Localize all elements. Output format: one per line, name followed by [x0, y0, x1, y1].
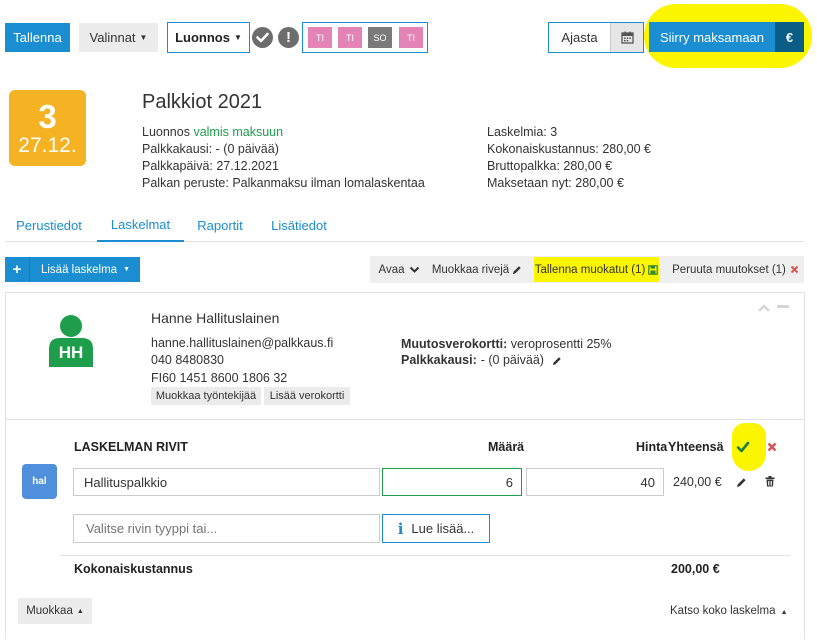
- col-price-header: Hinta: [636, 440, 668, 454]
- row-total: 240,00 €: [673, 475, 722, 489]
- date-badge: 3 27.12.: [9, 90, 86, 166]
- tax-card-value: veroprosentti 25%: [510, 337, 612, 351]
- tab-lisatiedot[interactable]: Lisätiedot: [262, 209, 336, 241]
- employee-name: Hanne Hallituslainen: [151, 310, 280, 326]
- employee-email: hanne.hallituslainen@palkkaus.fi: [151, 336, 334, 350]
- pay-period: Palkkakausi: - (0 päivää): [142, 142, 279, 156]
- col-total-header: Yhteensä: [668, 440, 724, 454]
- read-more-button[interactable]: i Lue lisää...: [382, 514, 490, 543]
- status-line: Luonnos valmis maksuun: [142, 124, 283, 141]
- avatar-initials: HH: [58, 343, 84, 362]
- total-value: 200,00 €: [671, 562, 720, 576]
- draft-status-dropdown[interactable]: Luonnos ▼: [167, 22, 250, 53]
- check-circle-icon[interactable]: [252, 27, 273, 48]
- schedule-label[interactable]: Ajasta: [549, 23, 610, 52]
- day-badge[interactable]: TI: [399, 27, 423, 48]
- total-cost: Kokonaiskustannus: 280,00 €: [487, 142, 652, 156]
- add-calculation-group: + Lisää laskelma ▼: [5, 257, 140, 282]
- tab-laskelmat[interactable]: Laskelmat: [97, 209, 184, 242]
- tax-card-info: Muutosverokortti: veroprosentti 25%: [401, 336, 612, 353]
- draft-label: Luonnos: [175, 30, 230, 45]
- row-price-input[interactable]: [526, 468, 664, 496]
- tax-card-label: Muutosverokortti:: [401, 337, 508, 351]
- total-label: Kokonaiskustannus: [74, 562, 193, 576]
- view-full-calculation-link[interactable]: Katso koko laskelma ▲: [670, 605, 788, 617]
- row-type-badge: hal: [22, 464, 57, 499]
- plus-icon[interactable]: +: [5, 257, 30, 282]
- more-options-icon[interactable]: [777, 305, 789, 308]
- edit-dropdown-button[interactable]: Muokkaa ▲: [18, 598, 92, 624]
- go-to-payment-button[interactable]: Siirry maksamaan: [649, 22, 775, 52]
- status-value: valmis maksuun: [193, 125, 284, 139]
- calc-count: Laskelmia: 3: [487, 125, 558, 139]
- calendar-icon: [620, 31, 634, 44]
- pay-date: Palkkapäivä: 27.12.2021: [142, 159, 279, 173]
- add-calculation-button[interactable]: Lisää laskelma ▼: [31, 257, 140, 282]
- actions-toolbar: Avaa Muokkaa rivejä Tallenna muokatut (1…: [370, 256, 804, 283]
- tab-raportit[interactable]: Raportit: [190, 209, 250, 241]
- floppy-disk-icon: [648, 264, 659, 275]
- employee-phone: 040 8480830: [151, 353, 224, 367]
- total-divider: [60, 555, 790, 556]
- close-icon: [790, 265, 799, 274]
- trash-icon[interactable]: [765, 476, 775, 487]
- row-qty-input[interactable]: [382, 468, 522, 496]
- pencil-icon: [513, 265, 521, 274]
- options-label: Valinnat: [89, 30, 136, 45]
- schedule-group: Ajasta: [548, 22, 644, 53]
- page-title: Palkkiot 2021: [142, 91, 263, 113]
- employee-divider: [6, 419, 804, 420]
- save-button[interactable]: Tallenna: [5, 23, 70, 52]
- options-dropdown[interactable]: Valinnat ▼: [79, 23, 158, 52]
- day-badge[interactable]: TI: [338, 27, 362, 48]
- paid-now: Maksetaan nyt: 280,00 €: [487, 176, 624, 190]
- badge-date: 27.12.: [18, 134, 77, 157]
- caret-down-icon: ▼: [233, 33, 242, 42]
- day-badge[interactable]: TI: [308, 27, 332, 48]
- row-description-input[interactable]: [73, 468, 380, 496]
- pencil-icon[interactable]: [736, 477, 747, 488]
- open-dropdown[interactable]: Avaa: [370, 256, 428, 283]
- new-row-type-input[interactable]: [73, 514, 380, 543]
- confirm-check-icon[interactable]: [736, 441, 750, 453]
- avatar: HH: [44, 313, 98, 367]
- add-tax-card-button[interactable]: Lisää verokortti: [264, 387, 350, 405]
- info-icon: i: [397, 519, 404, 538]
- edit-employee-button[interactable]: Muokkaa työntekijää: [151, 387, 261, 405]
- card-period-value: - (0 päivää): [480, 353, 544, 367]
- close-icon[interactable]: [767, 442, 777, 452]
- col-qty-header: Määrä: [488, 440, 525, 454]
- caret-down-icon: ▼: [123, 266, 130, 273]
- card-pay-period: Palkkakausi: - (0 päivää): [401, 352, 562, 369]
- day-indicators: TI TI SO TI: [302, 22, 428, 53]
- warning-circle-icon[interactable]: !: [278, 27, 299, 48]
- caret-up-icon: ▲: [76, 607, 84, 615]
- caret-up-icon: ▲: [780, 609, 788, 616]
- caret-down-icon: ▼: [139, 33, 148, 42]
- edit-rows-button[interactable]: Muokkaa rivejä: [430, 256, 524, 283]
- pay-basis: Palkan peruste: Palkanmaksu ilman lomala…: [142, 176, 425, 190]
- calc-number: 3: [38, 98, 57, 135]
- status-prefix: Luonnos: [142, 125, 190, 139]
- euro-button[interactable]: €: [775, 22, 804, 52]
- gross-salary: Bruttopalkka: 280,00 €: [487, 159, 613, 173]
- rows-header: LASKELMAN RIVIT: [74, 440, 188, 454]
- cancel-changes-button[interactable]: Peruuta muutokset (1): [667, 256, 804, 283]
- calendar-button[interactable]: [610, 23, 643, 52]
- card-period-label: Palkkakausi:: [401, 353, 477, 367]
- day-badge[interactable]: SO: [368, 27, 392, 48]
- chevron-down-icon: [409, 266, 419, 273]
- save-button-label: Tallenna: [13, 30, 62, 45]
- collapse-chevron-icon[interactable]: [757, 303, 771, 313]
- pencil-icon[interactable]: [552, 356, 562, 366]
- tab-perustiedot[interactable]: Perustiedot: [5, 209, 93, 241]
- employee-iban: FI60 1451 8600 1806 32: [151, 371, 288, 385]
- euro-icon: €: [785, 29, 794, 45]
- save-modified-button[interactable]: Tallenna muokatut (1): [534, 256, 659, 283]
